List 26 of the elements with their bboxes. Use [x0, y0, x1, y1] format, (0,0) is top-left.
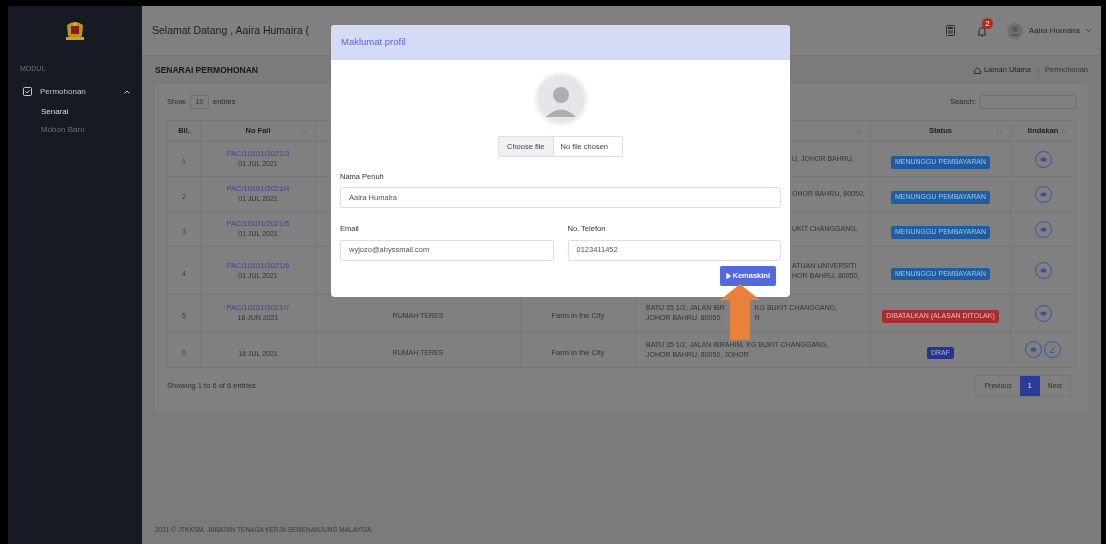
caret-icon — [1086, 29, 1091, 32]
welcome-text: Selamat Datang , Aaira Humaira ( — [152, 22, 310, 38]
avatar-icon — [1006, 22, 1023, 39]
checkbox-icon — [23, 87, 32, 96]
pencil-button-icon[interactable] — [1044, 341, 1061, 358]
bell-icon[interactable] — [976, 26, 987, 37]
submenu-item[interactable]: Senarai — [8, 102, 69, 121]
submenu-item[interactable]: Mohon Baru — [8, 120, 85, 139]
eye-button-icon[interactable] — [1034, 304, 1052, 322]
play-icon — [726, 272, 732, 279]
crest-icon — [64, 21, 86, 41]
eye-button-icon[interactable] — [1034, 185, 1052, 203]
eye-button-icon[interactable] — [1025, 341, 1042, 358]
chevron-icon — [124, 89, 130, 94]
user-menu[interactable]: Aaira Humaira — [1006, 20, 1091, 41]
slash-icon — [1036, 66, 1041, 74]
eye-button-icon[interactable] — [1034, 150, 1052, 168]
dialog-title: Maklumat profil — [341, 35, 406, 50]
notification-badge: 2 — [981, 18, 993, 29]
sidebar-item[interactable]: Permohonan — [8, 80, 142, 103]
avatar-icon — [533, 72, 588, 126]
page-title: SENARAI PERMOHONAN — [155, 63, 258, 77]
calculator-icon[interactable] — [945, 25, 955, 36]
eye-button-icon[interactable] — [1034, 220, 1052, 238]
home-icon — [973, 66, 981, 74]
eye-button-icon[interactable] — [1034, 262, 1052, 279]
